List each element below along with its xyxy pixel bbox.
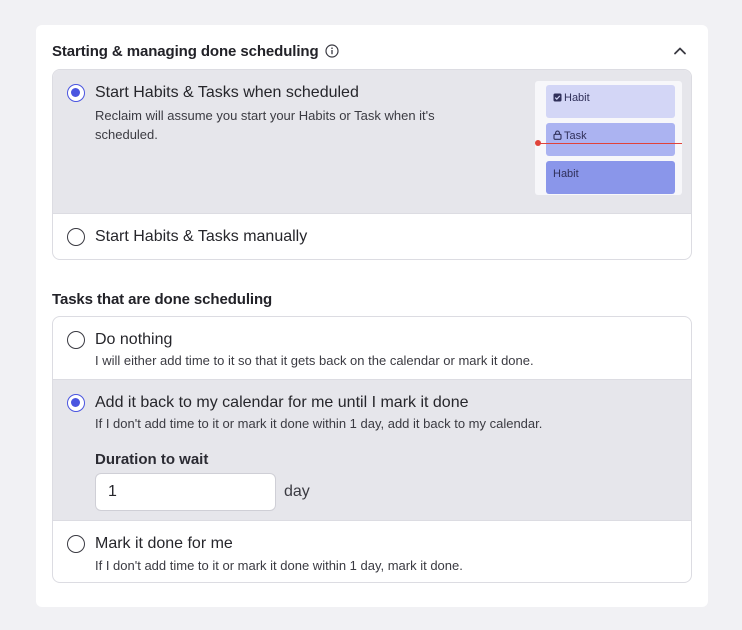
preview-habit-label-2: Habit: [553, 168, 579, 180]
option-start-when-scheduled[interactable]: Start Habits & Tasks when scheduled Recl…: [53, 70, 691, 213]
option-start-manually[interactable]: Start Habits & Tasks manually: [53, 214, 691, 259]
option-title: Start Habits & Tasks when scheduled: [95, 84, 359, 101]
section-header-done: Tasks that are done scheduling: [52, 289, 692, 309]
duration-label: Duration to wait: [95, 451, 209, 468]
preview-habit-block-2: Habit: [546, 161, 675, 194]
radio-do-nothing[interactable]: [67, 331, 85, 349]
option-add-back-to-calendar[interactable]: Add it back to my calendar for me until …: [53, 380, 691, 520]
option-title: Mark it done for me: [95, 535, 233, 552]
lock-icon: [553, 130, 562, 143]
current-time-line: [538, 143, 682, 144]
preview-task-block: Task: [546, 123, 675, 156]
current-time-dot: [535, 140, 541, 146]
section-title: Starting & managing done scheduling: [52, 42, 319, 60]
radio-start-when-scheduled[interactable]: [67, 84, 85, 102]
info-icon[interactable]: [324, 44, 339, 58]
duration-unit: day: [284, 483, 310, 500]
section-title: Tasks that are done scheduling: [52, 290, 273, 308]
option-description-line2: scheduled.: [95, 127, 158, 142]
schedule-preview: Habit Task Habit: [535, 81, 682, 195]
preview-habit-block: Habit: [546, 85, 675, 118]
preview-habit-label: Habit: [564, 92, 590, 104]
option-title: Do nothing: [95, 331, 173, 348]
section-header-starting: Starting & managing done scheduling: [52, 41, 692, 61]
preview-task-label: Task: [564, 130, 587, 142]
done-options-group: Do nothing I will either add time to it …: [52, 316, 692, 583]
option-title: Add it back to my calendar for me until …: [95, 394, 469, 411]
duration-input[interactable]: [95, 473, 276, 511]
radio-add-back[interactable]: [67, 394, 85, 412]
settings-card: Starting & managing done scheduling Star…: [36, 25, 708, 607]
start-options-group: Start Habits & Tasks when scheduled Recl…: [52, 69, 692, 260]
option-mark-done[interactable]: Mark it done for me If I don't add time …: [53, 521, 691, 582]
option-do-nothing[interactable]: Do nothing I will either add time to it …: [53, 317, 691, 379]
radio-start-manually[interactable]: [67, 228, 85, 246]
option-description-line1: Reclaim will assume you start your Habit…: [95, 108, 435, 123]
chevron-up-icon[interactable]: [670, 41, 690, 61]
option-description: If I don't add time to it or mark it don…: [95, 558, 463, 573]
option-description: I will either add time to it so that it …: [95, 353, 534, 368]
checkbox-icon: [553, 93, 562, 105]
radio-mark-done[interactable]: [67, 535, 85, 553]
option-title: Start Habits & Tasks manually: [95, 228, 308, 245]
option-description: If I don't add time to it or mark it don…: [95, 416, 543, 431]
